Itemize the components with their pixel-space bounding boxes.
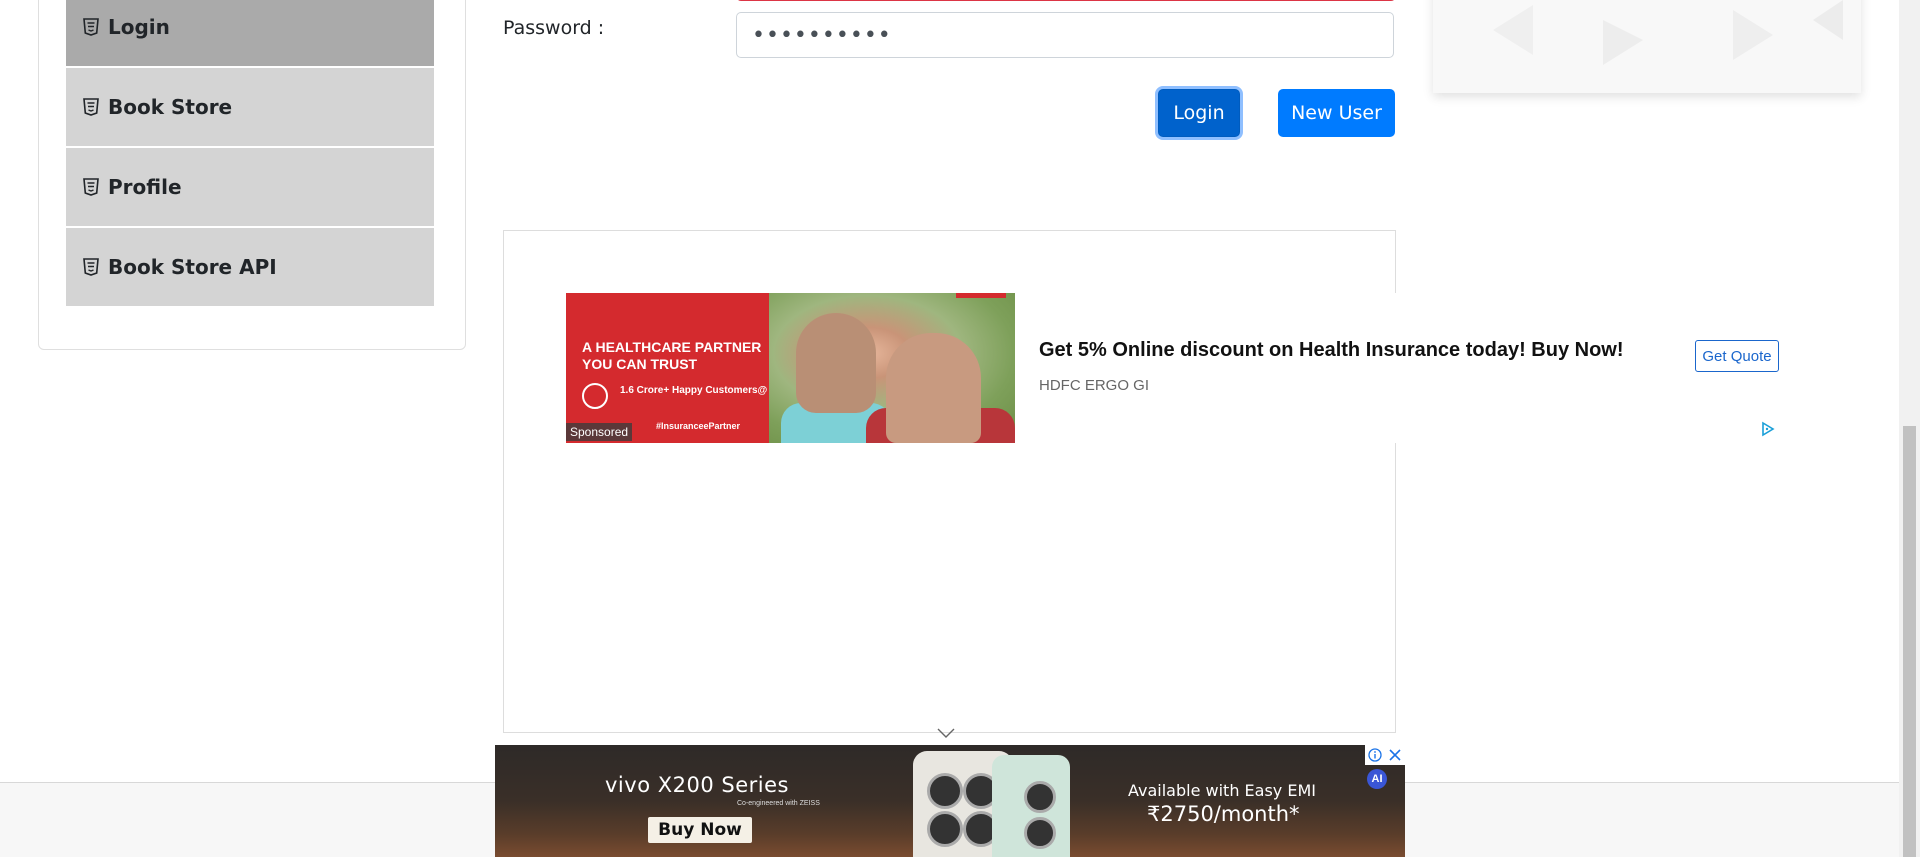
password-value: •••••••••• <box>752 22 892 48</box>
ad-title[interactable]: Get 5% Online discount on Health Insuran… <box>1039 339 1624 362</box>
camera-lens <box>1024 817 1056 849</box>
ad-photo-person <box>796 313 876 413</box>
buy-now-button[interactable]: Buy Now <box>648 817 752 843</box>
close-icon[interactable] <box>1385 745 1405 765</box>
ad-controls <box>1365 745 1405 765</box>
sponsored-ad[interactable]: A HEALTHCARE PARTNER YOU CAN TRUST 1.6 C… <box>566 293 1779 443</box>
ai-badge: AI <box>1367 769 1387 789</box>
sidebar-item-profile[interactable]: Profile <box>66 148 434 226</box>
ad-image-customers: 1.6 Crore+ Happy Customers@ <box>620 385 768 396</box>
info-icon[interactable] <box>1365 745 1385 765</box>
ad-tagline: Co-engineered with ZEISS <box>737 800 820 807</box>
ad-image-headline: A HEALTHCARE PARTNER YOU CAN TRUST <box>582 339 762 372</box>
ad-image-tab <box>956 293 1006 298</box>
scrollbar-thumb[interactable] <box>1903 426 1916 857</box>
ad-emi-text: Available with Easy EMI <box>1128 781 1316 800</box>
html5-icon <box>83 98 99 116</box>
username-field-invalid[interactable] <box>736 0 1396 1</box>
camera-lens <box>1024 781 1056 813</box>
camera-lens <box>927 811 963 847</box>
html5-icon <box>83 18 99 36</box>
ad-image-partner-tag: #InsuranceePartner <box>656 421 741 431</box>
camera-lens <box>927 773 963 809</box>
sidebar-item-label: Profile <box>108 175 182 199</box>
sidebar-item-label: Book Store API <box>108 255 277 279</box>
get-quote-button[interactable]: Get Quote <box>1695 340 1779 372</box>
sidebar-item-login[interactable]: Login <box>66 0 434 66</box>
html5-icon <box>83 258 99 276</box>
people-icon <box>582 383 608 409</box>
ad-image[interactable]: A HEALTHCARE PARTNER YOU CAN TRUST 1.6 C… <box>566 293 1015 443</box>
sidebar-item-book-store-api[interactable]: Book Store API <box>66 228 434 306</box>
html5-icon <box>83 178 99 196</box>
chevron-down-icon[interactable] <box>937 727 955 739</box>
sidebar-item-label: Book Store <box>108 95 233 119</box>
login-button[interactable]: Login <box>1158 89 1240 137</box>
new-user-button[interactable]: New User <box>1278 89 1395 137</box>
ad-photo-person <box>886 333 981 443</box>
triangle-pattern-icon <box>1493 0 1843 65</box>
password-label: Password : <box>503 17 605 39</box>
ad-brand: vivo X200 Series <box>605 773 789 797</box>
phone-image <box>992 755 1070 857</box>
password-field[interactable]: •••••••••• <box>736 12 1394 58</box>
ad-advertiser: HDFC ERGO GI <box>1039 377 1150 394</box>
bottom-sticky-ad[interactable]: vivo X200 Series Co-engineered with ZEIS… <box>495 745 1405 857</box>
adchoices-icon[interactable] <box>1760 421 1776 437</box>
sidebar-item-book-store[interactable]: Book Store <box>66 68 434 146</box>
right-side-banner <box>1433 0 1861 93</box>
sponsored-label: Sponsored <box>566 423 633 441</box>
ad-price: ₹2750/month* <box>1147 802 1300 826</box>
sidebar-item-label: Login <box>108 15 170 39</box>
